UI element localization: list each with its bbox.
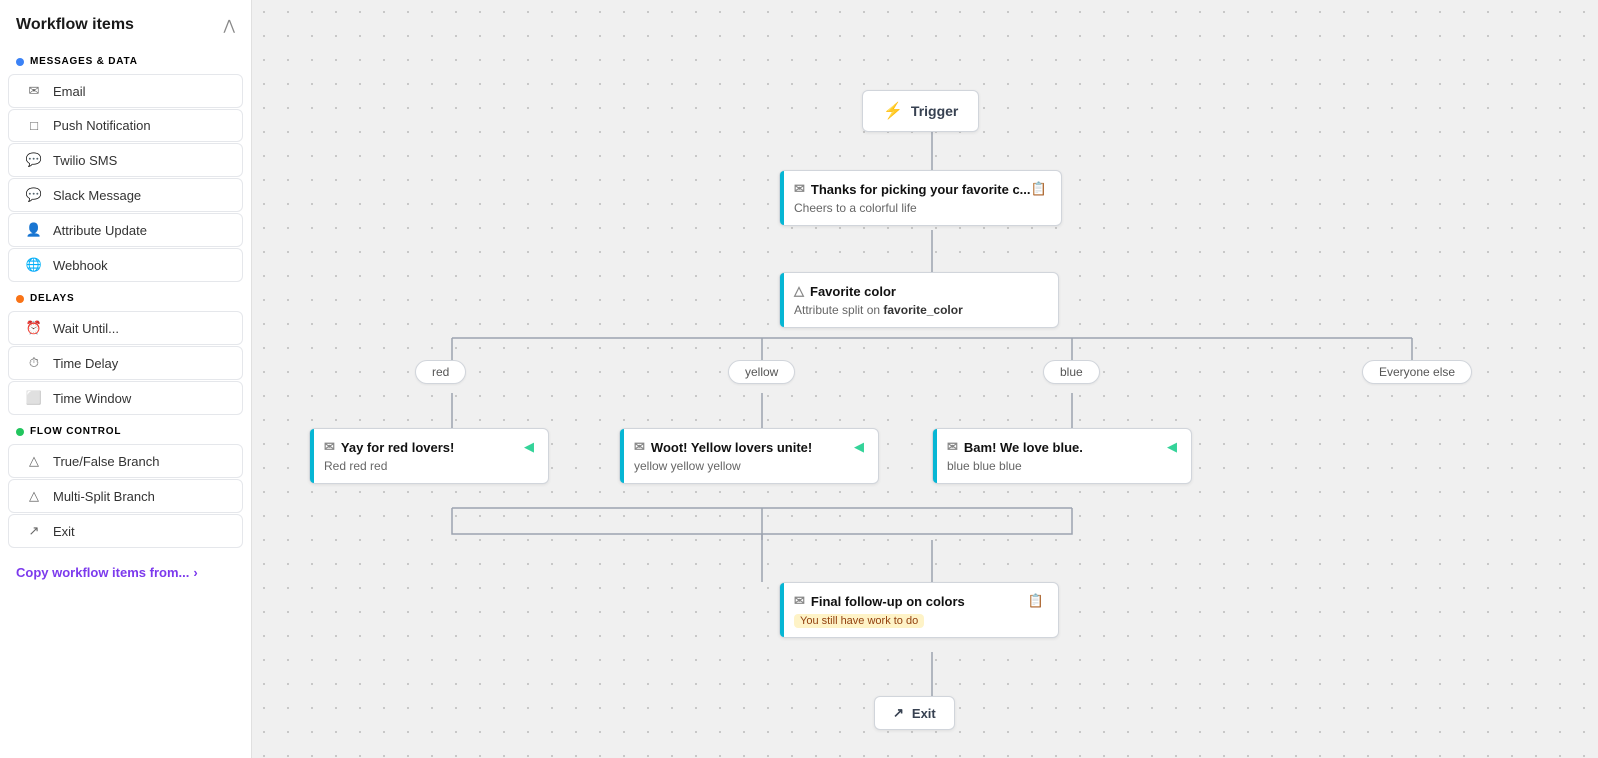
sidebar: Workflow items ⋀ MESSAGES & DATA ✉ Email □ P… [0,0,252,758]
section-label-messages---data: MESSAGES & DATA [0,46,251,73]
final-followup-title: Final follow-up on colors [811,594,965,609]
everyone-else-branch-pill: Everyone else [1362,360,1472,384]
sidebar-item-time-window[interactable]: ⬜ Time Window [8,381,243,415]
push-notification-icon: □ [25,118,43,133]
multi-split-branch-label: Multi-Split Branch [53,489,155,504]
sidebar-item-true-false-branch[interactable]: △ True/False Branch [8,444,243,478]
red-email-subtitle: Red red red [324,459,534,473]
canvas-inner: ⚡ Trigger ✉ Thanks for picking your favo… [252,0,1598,758]
time-window-label: Time Window [53,391,131,406]
sidebar-item-multi-split-branch[interactable]: △ Multi-Split Branch [8,479,243,513]
email-icon-yellow: ✉ [634,439,645,455]
thanks-email-node[interactable]: ✉ Thanks for picking your favorite c... … [779,170,1062,226]
doc-icon: 📋 [1031,181,1047,197]
trigger-node[interactable]: ⚡ Trigger [862,90,979,132]
yellow-email-subtitle: yellow yellow yellow [634,459,864,473]
attribute-update-label: Attribute Update [53,223,147,238]
trigger-label: Trigger [911,103,958,119]
time-delay-icon: ⏱ [25,355,43,371]
push-notification-label: Push Notification [53,118,151,133]
yellow-email-title: Woot! Yellow lovers unite! [651,440,812,455]
webhook-icon: 🌐 [25,257,43,273]
collapse-icon[interactable]: ⋀ [224,17,235,34]
favorite-color-title: Favorite color [810,284,896,299]
blue-email-title: Bam! We love blue. [964,440,1083,455]
send-icon-blue: ◀ [1167,439,1177,455]
sidebar-title: Workflow items [16,16,134,34]
email-icon-red: ✉ [324,439,335,455]
sidebar-item-time-delay[interactable]: ⏱ Time Delay [8,346,243,380]
sidebar-header: Workflow items ⋀ [0,16,251,46]
webhook-label: Webhook [53,258,108,273]
exit-icon: ↗ [25,523,43,539]
trigger-icon: ⚡ [883,101,903,121]
sidebar-item-push-notification[interactable]: □ Push Notification [8,109,243,142]
send-icon-yellow: ◀ [854,439,864,455]
doc-icon-final: 📋 [1028,593,1044,609]
exit-label: Exit [912,706,936,721]
copy-workflow-link[interactable]: Copy workflow items from... › [16,565,235,580]
final-followup-badge: You still have work to do [794,614,924,628]
red-branch-pill: red [415,360,466,384]
workflow-canvas[interactable]: ⚡ Trigger ✉ Thanks for picking your favo… [252,0,1598,758]
email-icon-blue: ✉ [947,439,958,455]
blue-email-subtitle: blue blue blue [947,459,1177,473]
blue-email-node[interactable]: ✉ Bam! We love blue. ◀ blue blue blue [932,428,1192,484]
sidebar-item-email[interactable]: ✉ Email [8,74,243,108]
email-icon: ✉ [794,181,805,197]
exit-node[interactable]: ↗ Exit [874,696,955,730]
slack-message-icon: 💬 [25,187,43,203]
wait-until-label: Wait Until... [53,321,119,336]
true-false-branch-label: True/False Branch [53,454,159,469]
red-email-node[interactable]: ✉ Yay for red lovers! ◀ Red red red [309,428,549,484]
multi-split-branch-icon: △ [25,488,43,504]
sidebar-item-attribute-update[interactable]: 👤 Attribute Update [8,213,243,247]
sidebar-item-twilio-sms[interactable]: 💬 Twilio SMS [8,143,243,177]
sidebar-item-slack-message[interactable]: 💬 Slack Message [8,178,243,212]
twilio-sms-icon: 💬 [25,152,43,168]
sidebar-item-webhook[interactable]: 🌐 Webhook [8,248,243,282]
sidebar-item-exit[interactable]: ↗ Exit [8,514,243,548]
time-delay-label: Time Delay [53,356,118,371]
blue-branch-pill: blue [1043,360,1100,384]
favorite-color-subtitle: Attribute split on favorite_color [794,303,1044,317]
red-email-title: Yay for red lovers! [341,440,454,455]
email-label: Email [53,84,86,99]
thanks-email-title: Thanks for picking your favorite c... [811,182,1031,197]
thanks-email-subtitle: Cheers to a colorful life [794,201,1047,215]
slack-message-label: Slack Message [53,188,141,203]
favorite-color-node[interactable]: △ Favorite color Attribute split on favo… [779,272,1059,328]
email-icon-final: ✉ [794,593,805,609]
send-icon-red: ◀ [524,439,534,455]
time-window-icon: ⬜ [25,390,43,406]
section-label-flow-control: FLOW CONTROL [0,416,251,443]
twilio-sms-label: Twilio SMS [53,153,117,168]
yellow-branch-pill: yellow [728,360,795,384]
attribute-update-icon: 👤 [25,222,43,238]
exit-label: Exit [53,524,75,539]
sidebar-item-wait-until[interactable]: ⏰ Wait Until... [8,311,243,345]
exit-icon: ↗ [893,705,904,721]
section-label-delays: DELAYS [0,283,251,310]
wait-until-icon: ⏰ [25,320,43,336]
final-followup-node[interactable]: ✉ Final follow-up on colors 📋 You still … [779,582,1059,638]
email-icon: ✉ [25,83,43,99]
true-false-branch-icon: △ [25,453,43,469]
yellow-email-node[interactable]: ✉ Woot! Yellow lovers unite! ◀ yellow ye… [619,428,879,484]
split-icon: △ [794,283,804,299]
